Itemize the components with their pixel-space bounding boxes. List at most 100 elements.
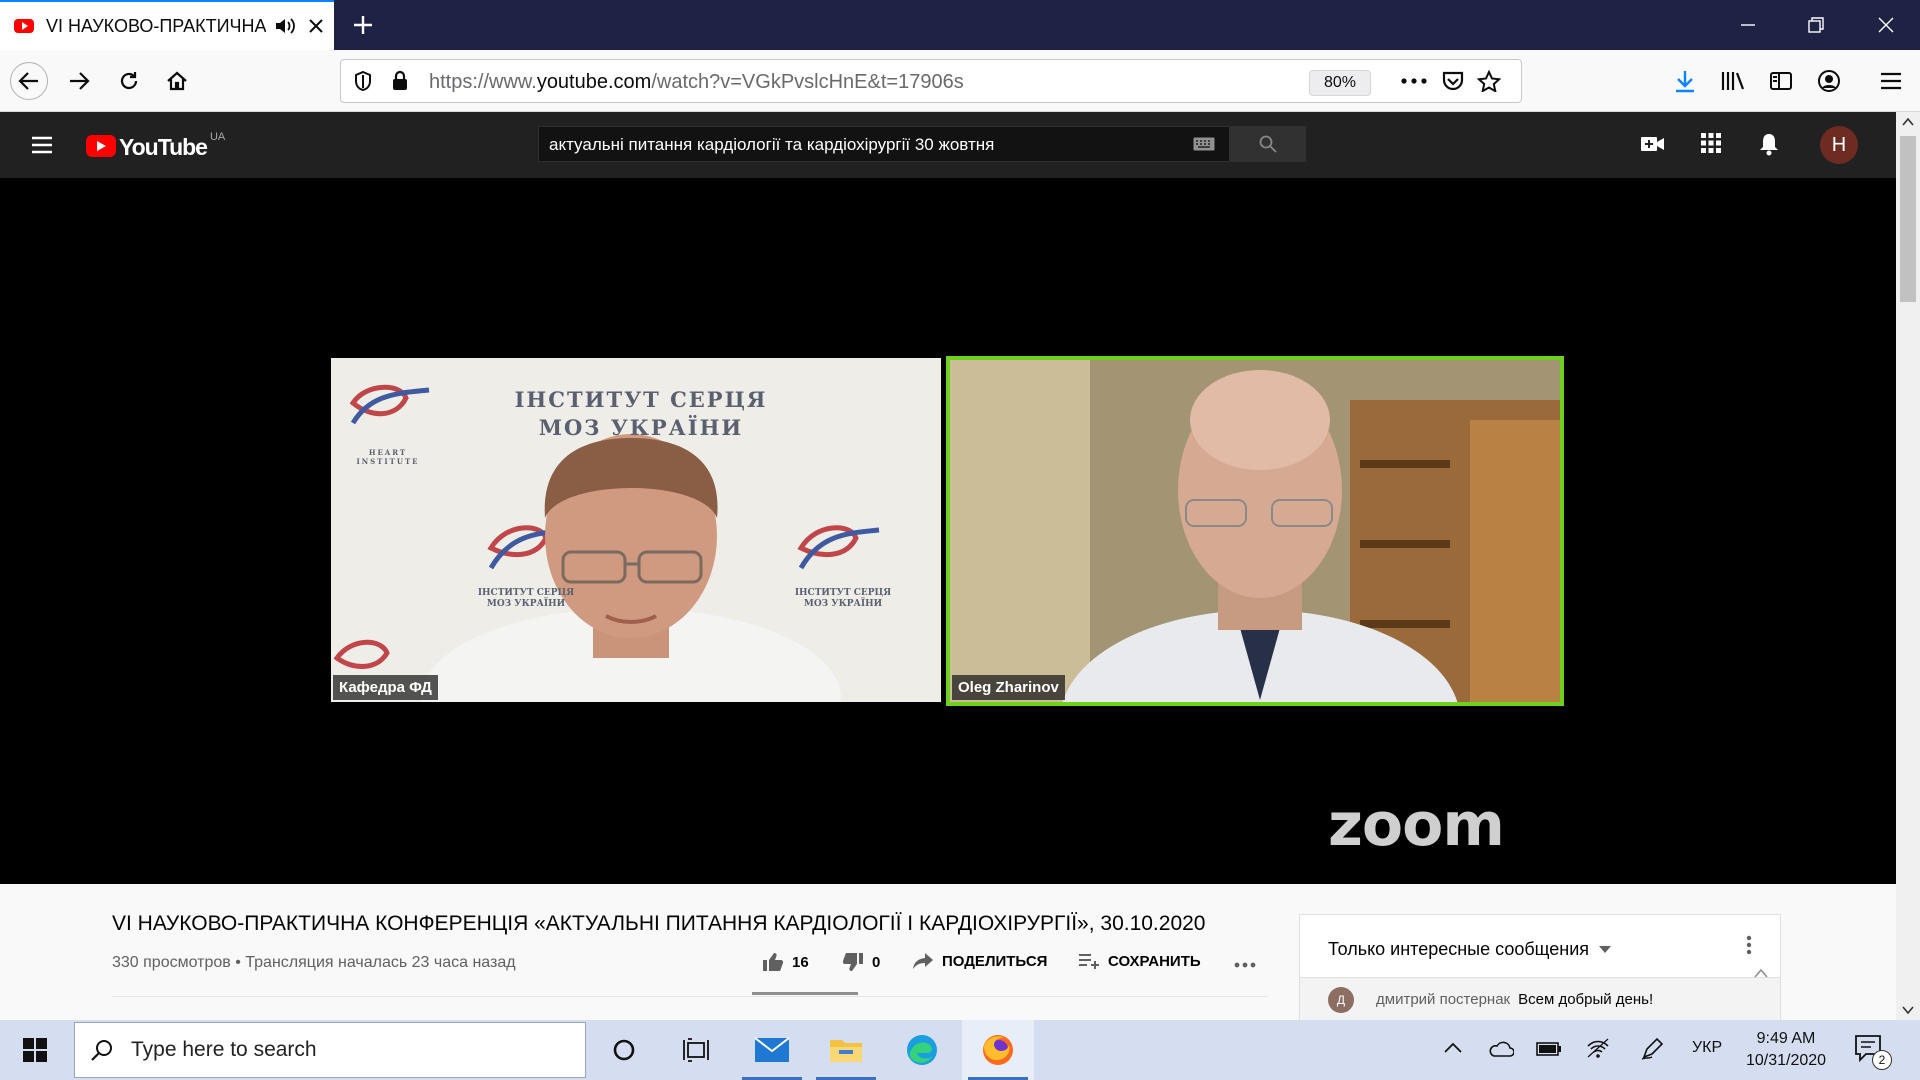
library-icon[interactable]: [1714, 62, 1752, 100]
search-input[interactable]: актуальні питання кардіології та кардіох…: [538, 126, 1230, 162]
edge-icon: [905, 1033, 939, 1067]
downloads-icon[interactable]: [1666, 62, 1704, 100]
chat-scroll-up-icon[interactable]: [1754, 968, 1768, 978]
participant-video-tile: ІНСТИТУТ СЕРЦЯ МОЗ УКРАЇНИ HEART INSTITU…: [331, 358, 941, 702]
tab-title: VI НАУКОВО-ПРАКТИЧНА: [46, 15, 266, 36]
home-button[interactable]: [158, 62, 196, 100]
close-window-button[interactable]: [1852, 0, 1920, 50]
dislike-count: 0: [872, 953, 881, 971]
zoom-level-button[interactable]: 80%: [1309, 70, 1371, 96]
taskbar-firefox[interactable]: [962, 1020, 1034, 1080]
pen-workspace-icon[interactable]: [1640, 1037, 1664, 1061]
apps-grid-icon[interactable]: [1700, 132, 1722, 154]
tracking-protection-shield-icon[interactable]: [353, 70, 373, 92]
taskbar-search-box[interactable]: Type here to search: [74, 1022, 586, 1078]
guide-menu-icon[interactable]: [30, 133, 54, 157]
like-button[interactable]: 16: [762, 952, 809, 972]
clock-date: 10/31/2020: [1745, 1052, 1827, 1069]
add-to-playlist-icon: [1078, 952, 1100, 970]
active-speaker-video-tile: Oleg Zharinov: [946, 356, 1564, 706]
windows-taskbar: Type here to search УКР 9:49 AM 10/31/20…: [0, 1020, 1920, 1080]
account-icon[interactable]: [1810, 62, 1848, 100]
bookmark-star-icon[interactable]: [1477, 70, 1501, 92]
save-button[interactable]: СОХРАНИТЬ: [1078, 952, 1201, 970]
youtube-wordmark: YouTube: [119, 134, 208, 160]
video-title: VI НАУКОВО-ПРАКТИЧНА КОНФЕРЕНЦІЯ «АКТУАЛ…: [112, 912, 1206, 935]
scrollbar-thumb[interactable]: [1900, 136, 1916, 302]
taskbar-search-placeholder: Type here to search: [131, 1038, 317, 1061]
onedrive-cloud-icon[interactable]: [1488, 1040, 1514, 1058]
url-text[interactable]: https://www.youtube.com/watch?v=VGkPvslc…: [429, 71, 964, 94]
input-language-indicator[interactable]: УКР: [1692, 1039, 1722, 1057]
account-avatar[interactable]: Н: [1820, 126, 1858, 164]
cortana-button[interactable]: [588, 1020, 660, 1080]
share-button[interactable]: ПОДЕЛИТЬСЯ: [912, 952, 1047, 970]
browser-tab[interactable]: VI НАУКОВО-ПРАКТИЧНА: [0, 0, 334, 50]
video-player[interactable]: ІНСТИТУТ СЕРЦЯ МОЗ УКРАЇНИ HEART INSTITU…: [0, 178, 1896, 884]
taskbar-edge-browser[interactable]: [886, 1020, 958, 1080]
forward-button[interactable]: [60, 62, 98, 100]
backdrop-caption-left: ІНСТИТУТ СЕРЦЯ МОЗ УКРАЇНИ: [456, 588, 596, 610]
firefox-icon: [980, 1032, 1016, 1068]
dislike-button[interactable]: 0: [842, 952, 880, 972]
chat-author-avatar: Д: [1328, 986, 1354, 1013]
task-view-icon: [683, 1038, 709, 1062]
address-bar[interactable]: https://www.youtube.com/watch?v=VGkPvslc…: [340, 59, 1522, 103]
page-actions-icon[interactable]: [1401, 78, 1427, 84]
task-view-button[interactable]: [660, 1020, 732, 1080]
pocket-icon[interactable]: [1441, 70, 1465, 92]
sentiment-bar: [752, 992, 858, 995]
speaker-icon[interactable]: [274, 17, 296, 35]
restore-button[interactable]: [1782, 0, 1850, 50]
backdrop-line-2: МОЗ УКРАЇНИ: [538, 415, 744, 440]
chat-filter-dropdown[interactable]: Только интересные сообщения: [1328, 939, 1612, 960]
backdrop-title: ІНСТИТУТ СЕРЦЯ МОЗ УКРАЇНИ: [501, 386, 781, 442]
backdrop-small-line-2: МОЗ УКРАЇНИ: [486, 599, 566, 609]
save-label: СОХРАНИТЬ: [1108, 952, 1201, 970]
share-label: ПОДЕЛИТЬСЯ: [942, 952, 1048, 970]
taskbar-clock[interactable]: 9:49 AM 10/31/2020: [1736, 1028, 1836, 1072]
start-button[interactable]: [0, 1020, 70, 1080]
scroll-down-arrow-icon[interactable]: [1902, 1006, 1914, 1014]
folder-icon: [829, 1036, 863, 1064]
keyboard-icon[interactable]: [1193, 137, 1215, 151]
battery-icon[interactable]: [1536, 1042, 1562, 1056]
thumbs-down-icon: [842, 952, 864, 972]
chat-menu-icon[interactable]: [1746, 935, 1752, 955]
cortana-circle-icon: [612, 1038, 636, 1062]
like-count: 16: [792, 953, 809, 971]
youtube-logo[interactable]: YouTube UA: [86, 131, 225, 161]
notification-count-badge: 2: [1872, 1050, 1892, 1070]
page-scrollbar[interactable]: [1896, 112, 1920, 1020]
backdrop-line-1: ІНСТИТУТ СЕРЦЯ: [514, 387, 768, 412]
backdrop-small-line-1: ІНСТИТУТ СЕРЦЯ: [477, 588, 575, 598]
chat-message: Д дмитрий постернак Всем добрый день!: [1300, 968, 1780, 1021]
minimize-button[interactable]: [1714, 0, 1782, 50]
back-button[interactable]: [10, 62, 48, 100]
lock-icon[interactable]: [391, 70, 409, 92]
taskbar-file-explorer[interactable]: [810, 1020, 882, 1080]
backdrop-small-line-2: МОЗ УКРАЇНИ: [803, 599, 883, 609]
participant-name-tag: Кафедра ФД: [333, 675, 438, 700]
reload-button[interactable]: [110, 62, 148, 100]
share-arrow-icon: [912, 952, 934, 970]
close-tab-icon[interactable]: [308, 18, 324, 34]
hamburger-menu-icon[interactable]: [1872, 62, 1910, 100]
taskbar-mail-app[interactable]: [736, 1020, 808, 1080]
create-video-icon[interactable]: [1640, 134, 1666, 154]
youtube-play-icon: [86, 135, 116, 157]
zoom-watermark: zoom: [1328, 790, 1505, 860]
search-button[interactable]: [1230, 126, 1306, 162]
wifi-icon[interactable]: [1586, 1038, 1610, 1058]
sidebar-icon[interactable]: [1762, 62, 1800, 100]
more-actions-icon[interactable]: [1234, 962, 1256, 968]
notifications-bell-icon[interactable]: [1758, 132, 1780, 156]
youtube-masthead: YouTube UA актуальні питання кардіології…: [0, 112, 1896, 178]
speaker-video-frame: [950, 360, 1560, 702]
show-hidden-icons-chevron-icon[interactable]: [1444, 1042, 1462, 1054]
scroll-up-arrow-icon[interactable]: [1902, 118, 1914, 126]
new-tab-button[interactable]: [346, 8, 380, 42]
live-chat-panel: Только интересные сообщения Д дмитрий по…: [1299, 914, 1781, 1021]
chat-message-text: Всем добрый день!: [1518, 991, 1654, 1008]
navigation-toolbar: https://www.youtube.com/watch?v=VGkPvslc…: [0, 50, 1920, 112]
